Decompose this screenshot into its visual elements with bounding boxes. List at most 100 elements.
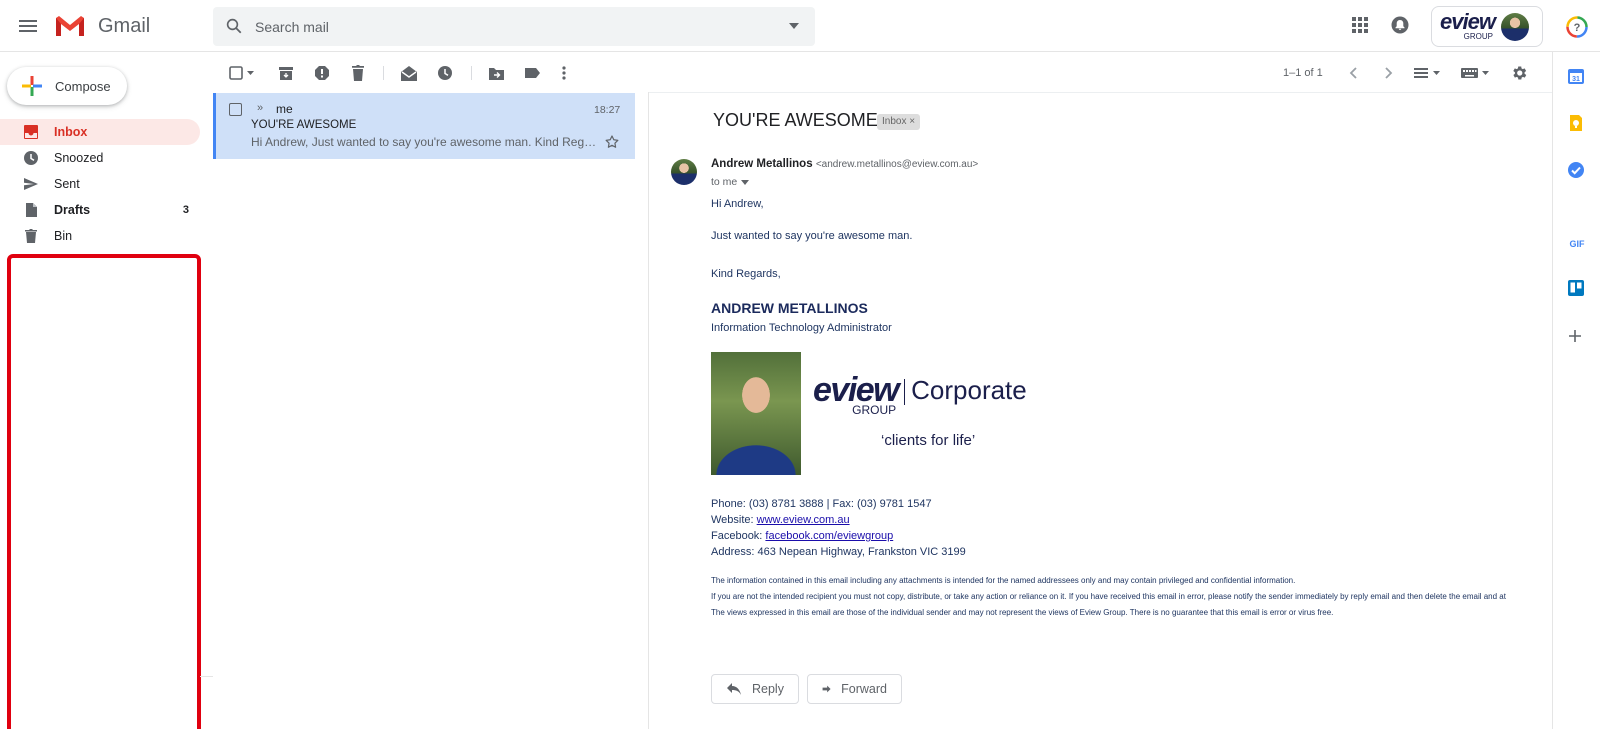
add-addon-plus-icon[interactable] — [1567, 328, 1583, 344]
toolbar-divider — [471, 66, 472, 80]
sender-name[interactable]: Andrew Metallinos — [711, 158, 813, 170]
sender-line: Andrew Metallinos <andrew.metallinos@evi… — [711, 158, 978, 170]
row-snippet: Hi Andrew, Just wanted to say you're awe… — [251, 135, 597, 149]
signature-facebook-line: Facebook: facebook.com/eviewgroup — [711, 530, 893, 542]
disclaimer-line: The information contained in this email … — [711, 576, 1296, 585]
sidebar-item-label: Inbox — [54, 125, 88, 139]
search-options-icon[interactable] — [789, 23, 799, 29]
signature-brand-wordmark: eview — [813, 371, 900, 409]
sidebar-item-label: Drafts — [54, 203, 91, 217]
more-options-icon[interactable] — [561, 64, 567, 82]
row-sender: me — [276, 102, 293, 116]
select-all-checkbox[interactable] — [229, 64, 257, 82]
search-input[interactable] — [255, 7, 755, 46]
disclaimer-line: If you are not the intended recipient yo… — [711, 592, 1506, 601]
svg-text:?: ? — [1574, 22, 1581, 34]
toolbar-divider — [383, 66, 384, 80]
forward-label: Forward — [841, 682, 887, 696]
sender-email: <andrew.metallinos@eview.com.au> — [815, 159, 979, 170]
website-link[interactable]: www.eview.com.au — [757, 514, 850, 526]
delete-icon[interactable] — [350, 64, 366, 82]
signature-name: ANDREW METALLINOS — [711, 300, 868, 316]
mark-as-read-icon[interactable] — [400, 64, 418, 82]
keep-addon-icon[interactable] — [1567, 114, 1585, 132]
recipients-toggle[interactable]: to me — [711, 176, 750, 188]
forward-button[interactable]: Forward — [807, 674, 902, 704]
calendar-day: 31 — [1572, 76, 1580, 83]
body-greeting: Hi Andrew, — [711, 198, 764, 210]
gif-addon-icon[interactable]: GIF — [1567, 236, 1587, 250]
reply-arrow-icon — [727, 683, 741, 695]
signature-title: Information Technology Administrator — [711, 322, 892, 334]
sidebar-item-inbox[interactable]: Inbox — [0, 119, 200, 145]
caret-down-icon — [741, 179, 750, 185]
sidebar-item-drafts[interactable]: Drafts 3 — [0, 197, 200, 223]
signature-phone: Phone: (03) 8781 3888 | Fax: (03) 9781 1… — [711, 498, 932, 510]
reply-button[interactable]: Reply — [711, 674, 799, 704]
label-tag-icon[interactable] — [524, 64, 541, 82]
archive-icon[interactable] — [278, 64, 294, 82]
pagination-count: 1–1 of 1 — [1283, 67, 1323, 79]
notifications-bell-icon[interactable] — [1391, 16, 1409, 34]
gmail-m-icon — [56, 16, 84, 36]
reply-label: Reply — [752, 682, 784, 696]
compose-label: Compose — [55, 78, 111, 94]
snooze-clock-icon[interactable] — [437, 64, 453, 82]
row-time: 18:27 — [594, 104, 621, 116]
sidebar-item-label: Sent — [54, 177, 80, 191]
forward-arrow-icon — [822, 685, 831, 693]
trash-icon — [25, 229, 37, 243]
chevron-right-icon[interactable] — [1383, 64, 1393, 82]
highlight-annotation-box — [7, 254, 201, 729]
sidebar-item-sent[interactable]: Sent — [0, 171, 200, 197]
inbox-label-chip[interactable]: Inbox × — [877, 114, 921, 130]
account-switcher[interactable]: eview GROUP — [1431, 6, 1543, 47]
apps-grid-icon[interactable] — [1351, 16, 1369, 34]
account-avatar[interactable] — [1500, 12, 1529, 41]
recipients-label: to me — [711, 176, 738, 188]
search-bar[interactable] — [213, 7, 815, 46]
report-spam-icon[interactable] — [314, 64, 330, 82]
org-logo: eview GROUP — [1440, 11, 1496, 42]
trello-addon-icon[interactable] — [1567, 279, 1585, 297]
body-line: Just wanted to say you're awesome man. — [711, 230, 913, 242]
row-select-checkbox[interactable] — [229, 103, 242, 116]
signature-logo: eview GROUP Corporate — [813, 371, 1027, 417]
move-to-icon[interactable] — [488, 64, 505, 82]
send-icon — [24, 178, 38, 190]
app-name: Gmail — [98, 14, 151, 37]
sidebar-item-label: Bin — [54, 229, 73, 243]
facebook-link[interactable]: facebook.com/eviewgroup — [765, 530, 893, 542]
search-icon[interactable] — [225, 17, 243, 35]
settings-gear-icon[interactable] — [1510, 64, 1528, 82]
body-signoff: Kind Regards, — [711, 268, 781, 280]
star-icon[interactable] — [604, 134, 620, 150]
facebook-label: Facebook: — [711, 530, 766, 542]
signature-address: Address: 463 Nepean Highway, Frankston V… — [711, 546, 966, 558]
inbox-icon — [24, 125, 38, 139]
row-subject: YOU'RE AWESOME — [251, 119, 357, 131]
divider — [200, 676, 213, 677]
gif-label: GIF — [1570, 239, 1586, 249]
split-pane-toggle-icon[interactable] — [1413, 64, 1443, 82]
chevron-left-icon[interactable] — [1349, 64, 1359, 82]
message-subject: YOU'RE AWESOME — [713, 110, 878, 130]
gmail-logo[interactable]: Gmail — [54, 14, 150, 38]
signature-photo — [711, 352, 801, 475]
sidebar-item-label: Snoozed — [54, 151, 104, 165]
help-support-icon[interactable]: ? — [1566, 16, 1588, 38]
sender-avatar[interactable] — [671, 159, 697, 185]
sidebar-item-bin[interactable]: Bin — [0, 223, 200, 249]
calendar-addon-icon[interactable]: 31 — [1567, 67, 1585, 85]
pane-divider[interactable] — [648, 92, 649, 729]
importance-marker[interactable]: » — [257, 102, 263, 114]
tasks-addon-icon[interactable] — [1567, 161, 1585, 179]
signature-website-line: Website: www.eview.com.au — [711, 514, 850, 526]
sidebar-item-snoozed[interactable]: Snoozed — [0, 145, 200, 171]
website-label: Website: — [711, 514, 757, 526]
divider — [649, 92, 1552, 93]
main-menu-icon[interactable] — [16, 14, 44, 38]
signature-division: Corporate — [911, 375, 1027, 405]
compose-button[interactable]: Compose — [7, 67, 127, 105]
keyboard-input-icon[interactable] — [1460, 64, 1492, 82]
